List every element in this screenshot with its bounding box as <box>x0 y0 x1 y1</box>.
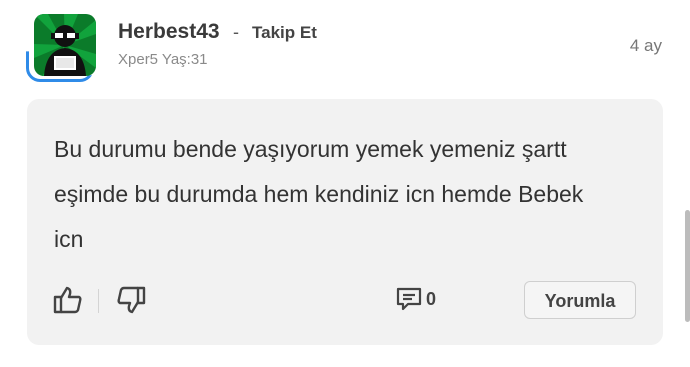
follow-button[interactable]: Takip Et <box>252 23 317 43</box>
avatar[interactable] <box>26 14 98 84</box>
thumbs-up-icon[interactable] <box>52 284 84 316</box>
author-meta: Xper5 Yaş:31 <box>118 51 208 68</box>
avatar-image <box>34 14 96 76</box>
comment-text: Bu durumu bende yaşıyorum yemek yemeniz … <box>54 136 584 252</box>
timestamp: 4 ay <box>629 36 662 55</box>
vote-divider <box>98 289 99 313</box>
comment-count: 0 <box>426 289 437 309</box>
thumbs-down-icon[interactable] <box>115 284 147 316</box>
author-name[interactable]: Herbest43 <box>118 20 220 44</box>
author-separator: - <box>233 22 239 42</box>
comment-bubble-icon[interactable] <box>395 285 423 313</box>
comment-card: Bu durumu bende yaşıyorum yemek yemeniz … <box>27 99 663 345</box>
reply-button[interactable]: Yorumla <box>524 281 636 319</box>
scrollbar[interactable] <box>685 210 690 322</box>
